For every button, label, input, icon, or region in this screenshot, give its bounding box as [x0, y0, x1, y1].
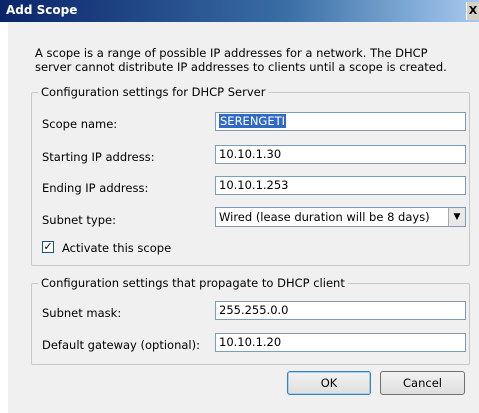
- subnet-type-value: Wired (lease duration will be 8 days): [219, 210, 430, 224]
- cancel-button[interactable]: Cancel: [380, 371, 465, 395]
- subnet-mask-label: Subnet mask:: [42, 306, 122, 320]
- add-scope-dialog: Add Scope X A scope is a range of possib…: [0, 0, 479, 413]
- subnet-mask-input[interactable]: 255.255.0.0: [215, 301, 466, 320]
- scope-name-label: Scope name:: [42, 117, 118, 131]
- subnet-type-select[interactable]: Wired (lease duration will be 8 days) ▼: [215, 207, 466, 227]
- activate-scope-label[interactable]: Activate this scope: [62, 241, 171, 255]
- background-strip: [0, 22, 8, 413]
- chevron-down-icon[interactable]: ▼: [448, 208, 465, 226]
- scope-name-input[interactable]: SERENGETI: [215, 112, 466, 131]
- ending-ip-label: Ending IP address:: [42, 181, 149, 195]
- scope-name-value: SERENGETI: [219, 114, 287, 128]
- starting-ip-input[interactable]: 10.10.1.30: [215, 145, 466, 164]
- client-settings-legend: Configuration settings that propagate to…: [38, 276, 348, 290]
- description-text: A scope is a range of possible IP addres…: [35, 46, 447, 74]
- close-button[interactable]: X: [466, 2, 479, 20]
- default-gateway-label: Default gateway (optional):: [42, 338, 200, 352]
- server-settings-legend: Configuration settings for DHCP Server: [38, 85, 269, 99]
- default-gateway-input[interactable]: 10.10.1.20: [215, 333, 466, 352]
- subnet-type-label: Subnet type:: [42, 213, 116, 227]
- title-bar[interactable]: Add Scope X: [0, 0, 479, 22]
- starting-ip-label: Starting IP address:: [42, 150, 155, 164]
- ending-ip-input[interactable]: 10.10.1.253: [215, 176, 466, 195]
- check-icon: ✓: [43, 240, 53, 253]
- client-settings-group: Configuration settings that propagate to…: [31, 276, 470, 365]
- dialog-title: Add Scope: [6, 3, 78, 17]
- ok-button[interactable]: OK: [287, 371, 371, 395]
- close-icon: X: [468, 4, 478, 17]
- activate-scope-checkbox[interactable]: ✓: [42, 241, 54, 253]
